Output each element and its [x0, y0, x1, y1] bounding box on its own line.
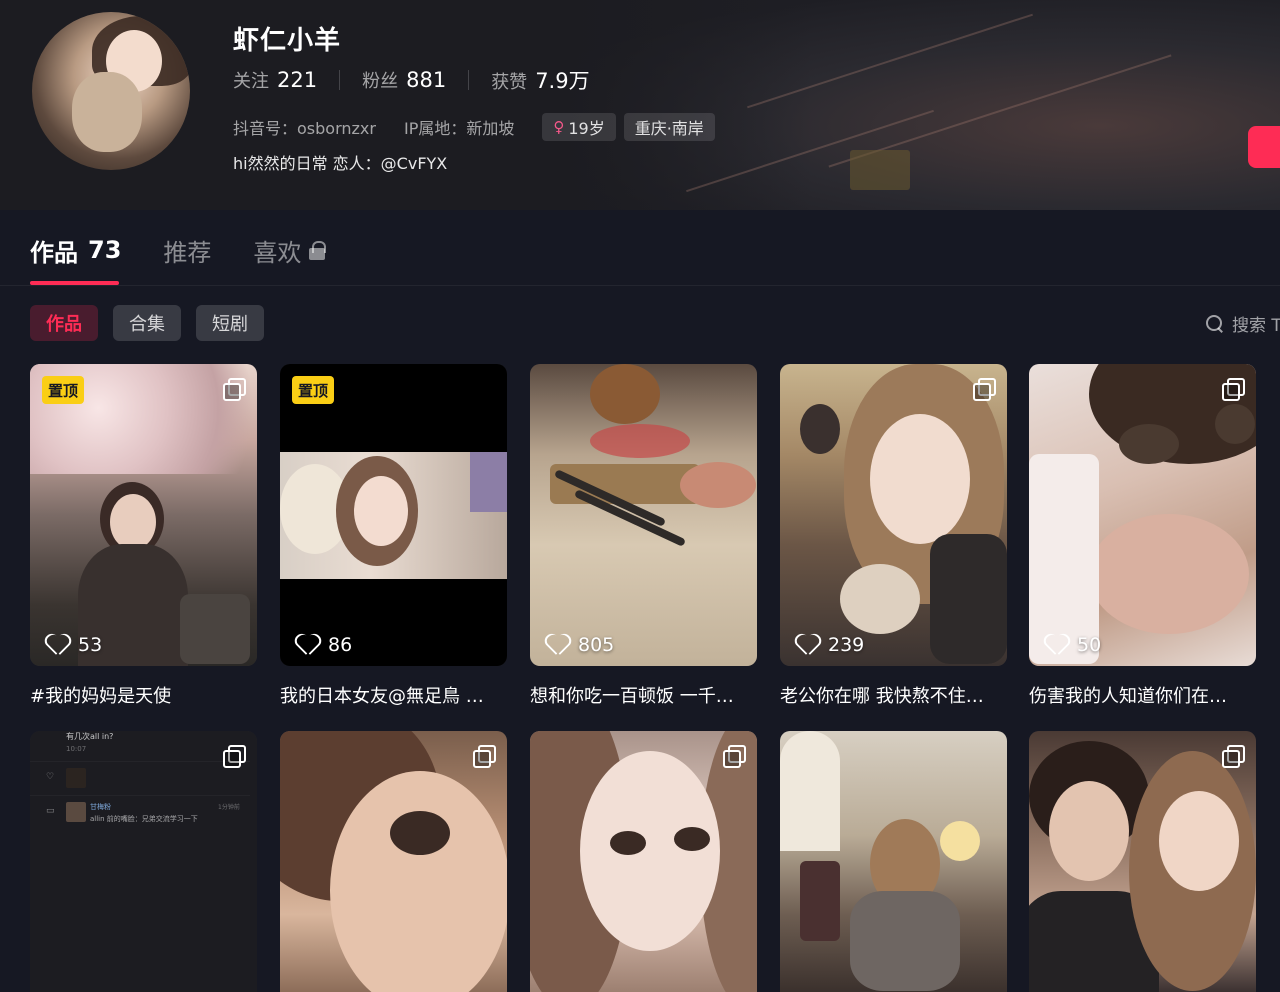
like-count: 805 — [546, 634, 614, 656]
search-label: 搜索 T — [1232, 316, 1280, 336]
video-caption[interactable]: #我的妈妈是天使 — [30, 682, 257, 708]
follow-button[interactable] — [1248, 126, 1280, 168]
like-count: 86 — [296, 634, 352, 656]
video-caption[interactable]: 想和你吃一百顿饭 一千… — [530, 682, 757, 708]
followers-label: 粉丝 — [362, 71, 399, 92]
following-label: 关注 — [233, 71, 269, 92]
video-card[interactable]: 805 想和你吃一百顿饭 一千… — [530, 364, 757, 708]
chat-message: allin 前的嘴脸：兄弟交流学习一下 — [90, 815, 198, 823]
heart-icon — [46, 635, 68, 655]
female-icon: ♀ — [553, 118, 565, 136]
profile-header: 虾仁小羊 关注 221 粉丝 881 获赞 7.9万 抖音号：osbornzxr… — [0, 0, 1280, 210]
video-card[interactable] — [280, 731, 507, 992]
chat-title: 有几次all in? — [66, 732, 114, 741]
video-thumbnail[interactable] — [280, 731, 507, 992]
age-tag-label: 19岁 — [568, 119, 605, 138]
tab-recommend-label: 推荐 — [163, 238, 212, 267]
multi-image-icon — [1222, 745, 1245, 768]
search-button[interactable]: 搜索 T — [1206, 311, 1280, 336]
tab-works[interactable]: 作品 73 — [30, 233, 121, 268]
video-card[interactable] — [530, 731, 757, 992]
video-thumbnail[interactable]: 239 — [780, 364, 1007, 666]
multi-image-icon — [1222, 378, 1245, 401]
likes-stat: 获赞 7.9万 — [491, 65, 589, 95]
video-thumbnail[interactable] — [1029, 731, 1256, 992]
ip-location: IP属地：新加坡 — [403, 119, 515, 138]
profile-tabs: 作品 73 推荐 喜欢 — [30, 230, 367, 270]
like-count-value: 86 — [328, 634, 353, 656]
heart-icon — [546, 635, 568, 655]
stat-divider — [468, 70, 470, 90]
filter-works[interactable]: 作品 — [30, 305, 98, 341]
following-count: 221 — [277, 68, 318, 92]
stat-divider — [339, 70, 341, 90]
video-thumbnail[interactable]: 置顶 86 — [280, 364, 507, 666]
avatar[interactable] — [32, 12, 190, 170]
lock-icon — [309, 241, 327, 260]
pinned-badge: 置顶 — [292, 376, 335, 404]
followers-stat[interactable]: 粉丝 881 — [362, 67, 446, 93]
heart-icon — [296, 635, 318, 655]
tab-likes-label: 喜欢 — [253, 238, 302, 267]
video-card[interactable]: 置顶 86 我的日本女友@無足鳥 … — [280, 364, 507, 708]
profile-bio: hi然然的日常 恋人：@CvFYX — [233, 154, 448, 173]
video-card[interactable] — [780, 731, 1007, 992]
location-tag: 重庆·南岸 — [623, 113, 715, 141]
video-thumbnail[interactable]: 805 — [530, 364, 757, 666]
like-count-value: 239 — [828, 634, 865, 656]
douyin-id: 抖音号：osbornzxr — [233, 119, 376, 138]
tab-likes[interactable]: 喜欢 — [253, 233, 327, 268]
multi-image-icon — [723, 745, 746, 768]
video-caption[interactable]: 伤害我的人知道你们在… — [1029, 682, 1256, 708]
chat-name: 甘梅粉 — [90, 803, 111, 811]
like-count: 53 — [46, 634, 102, 656]
multi-image-icon — [973, 378, 996, 401]
chat-ago: 1分钟前 — [218, 804, 240, 811]
like-count-value: 805 — [578, 634, 615, 656]
video-card[interactable]: 置顶 53 #我的妈妈是天使 — [30, 364, 257, 708]
tab-works-label: 作品 — [30, 238, 78, 267]
video-card[interactable]: 239 老公你在哪 我快熬不住… — [780, 364, 1007, 708]
video-thumbnail[interactable] — [780, 731, 1007, 992]
username: 虾仁小羊 — [233, 26, 342, 56]
like-count: 239 — [796, 634, 864, 656]
content-filters: 作品 合集 短剧 — [30, 305, 279, 341]
age-tag: ♀ 19岁 — [542, 113, 616, 141]
pinned-badge: 置顶 — [42, 376, 85, 404]
tab-works-count: 73 — [88, 236, 122, 264]
video-thumbnail[interactable] — [530, 731, 757, 992]
video-thumbnail[interactable]: 有几次all in? 10:07 ♡ ▭ 甘梅粉 allin 前的嘴脸：兄弟交流… — [30, 731, 257, 992]
tab-divider — [0, 285, 1280, 286]
like-count-value: 53 — [78, 634, 103, 656]
chat-screenshot: 有几次all in? 10:07 ♡ ▭ 甘梅粉 allin 前的嘴脸：兄弟交流… — [30, 731, 257, 992]
heart-icon — [1045, 635, 1067, 655]
video-card[interactable]: 有几次all in? 10:07 ♡ ▭ 甘梅粉 allin 前的嘴脸：兄弟交流… — [30, 731, 257, 992]
filter-short-dramas[interactable]: 短剧 — [196, 305, 264, 341]
multi-image-icon — [223, 378, 246, 401]
video-card[interactable] — [1029, 731, 1256, 992]
header-background-image — [560, 0, 1280, 210]
video-thumbnail[interactable]: 置顶 53 — [30, 364, 257, 666]
like-count-value: 50 — [1077, 634, 1102, 656]
filter-collections[interactable]: 合集 — [113, 305, 181, 341]
following-stat[interactable]: 关注 221 — [233, 67, 317, 93]
profile-meta: 抖音号：osbornzxr IP属地：新加坡 ♀ 19岁 重庆·南岸 — [233, 113, 723, 141]
likes-label: 获赞 — [491, 72, 528, 93]
followers-count: 881 — [406, 68, 447, 92]
video-caption[interactable]: 我的日本女友@無足鳥 … — [280, 682, 507, 708]
multi-image-icon — [473, 745, 496, 768]
like-count: 50 — [1045, 634, 1101, 656]
chat-time: 10:07 — [66, 745, 87, 753]
video-card[interactable]: 50 伤害我的人知道你们在… — [1029, 364, 1256, 708]
multi-image-icon — [223, 745, 246, 768]
video-caption[interactable]: 老公你在哪 我快熬不住… — [780, 682, 1007, 708]
heart-icon — [796, 635, 818, 655]
search-icon — [1206, 315, 1223, 332]
tab-recommend[interactable]: 推荐 — [163, 233, 211, 268]
video-thumbnail[interactable]: 50 — [1029, 364, 1256, 666]
likes-count: 7.9万 — [535, 69, 590, 93]
profile-stats: 关注 221 粉丝 881 获赞 7.9万 — [233, 66, 590, 94]
